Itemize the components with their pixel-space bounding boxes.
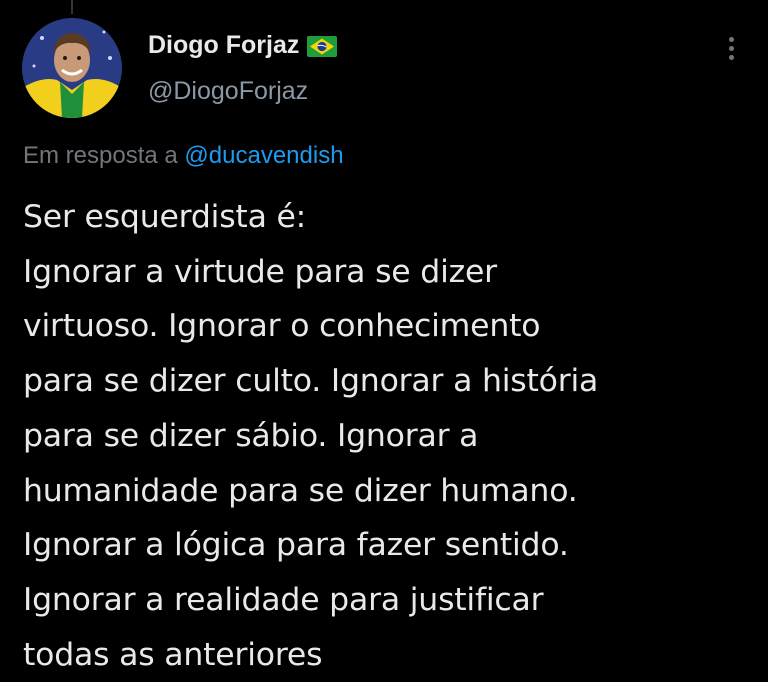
more-dot xyxy=(728,54,734,60)
author-handle[interactable]: @DiogoForjaz xyxy=(148,77,308,106)
reply-prefix: Em resposta a xyxy=(23,142,178,169)
author-display-name-row[interactable]: Diogo Forjaz xyxy=(148,31,338,60)
tweet-line: Ignorar a lógica para fazer sentido. xyxy=(23,527,569,564)
more-options-icon[interactable] xyxy=(716,33,746,63)
tweet-line: humanidade para se dizer humano. xyxy=(23,472,578,509)
thread-connector-line xyxy=(71,0,73,14)
tweet-line: todas as anteriores xyxy=(23,636,323,673)
tweet-line: para se dizer culto. Ignorar a história xyxy=(23,363,599,400)
more-dot xyxy=(728,45,734,51)
avatar[interactable] xyxy=(22,18,122,118)
avatar-image xyxy=(22,18,122,118)
reply-context: Em resposta a @ducavendish xyxy=(23,142,344,170)
tweet-text: Ser esquerdista é: Ignorar a virtude par… xyxy=(23,190,763,682)
tweet-line: Ser esquerdista é: xyxy=(23,199,307,235)
more-dot xyxy=(728,36,734,42)
brazil-flag-icon xyxy=(307,35,338,57)
author-display-name[interactable]: Diogo Forjaz xyxy=(148,31,299,60)
tweet-line: Ignorar a realidade para justificar xyxy=(23,581,544,618)
tweet-line: para se dizer sábio. Ignorar a xyxy=(23,417,479,454)
tweet-line: virtuoso. Ignorar o conhecimento xyxy=(23,308,541,345)
tweet-line: Ignorar a virtude para se dizer xyxy=(23,253,497,290)
reply-mention-link[interactable]: @ducavendish xyxy=(184,142,343,169)
